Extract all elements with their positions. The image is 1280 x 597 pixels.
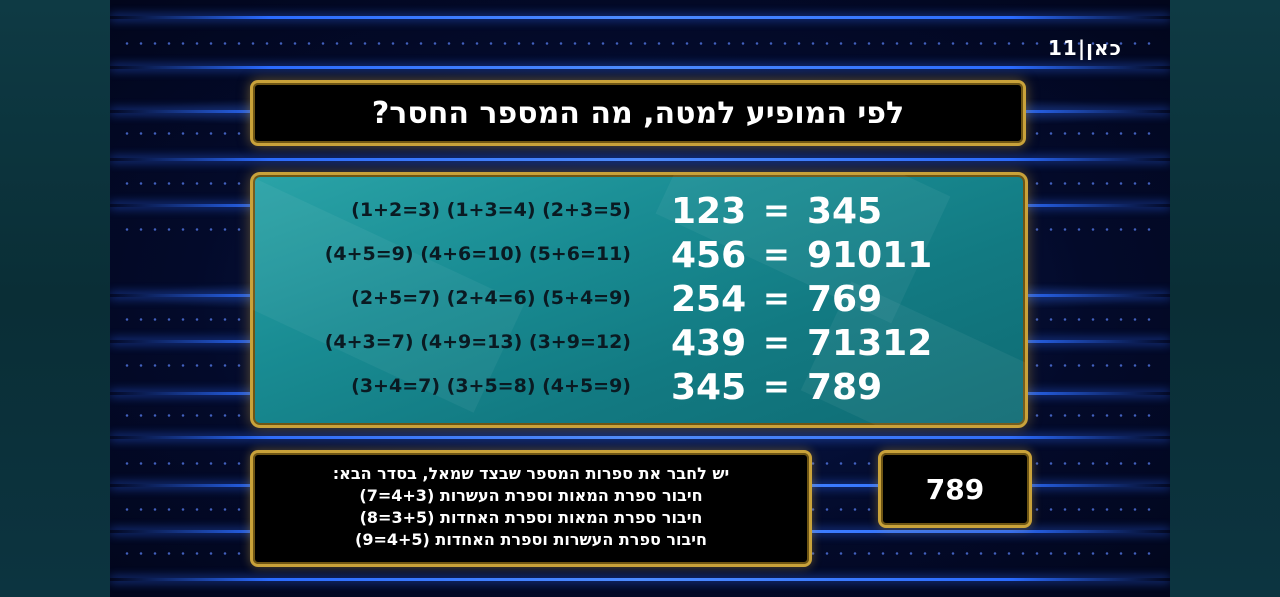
question-panel: לפי המופיע למטה, מה המספר החסר? [250,80,1026,146]
right-side-panel [1170,0,1280,597]
explanation-line: חיבור ספרת המאות וספרת העשרות (4+3=7) [359,486,703,505]
row-right-number: 345 [807,191,883,232]
row-left-number: 439 [671,323,747,364]
decor-line [110,16,1170,19]
puzzle-row: (1+2=3) (1+3=4) (2+3=5) 123 = 345 [253,191,1025,235]
left-side-panel [0,0,110,597]
row-left-number: 456 [671,235,747,276]
channel-logo: כאן|11 [1048,36,1122,60]
decor-line [110,66,1170,69]
decor-line [110,436,1170,439]
explanation-panel: יש לחבר את ספרות המספר שבצד שמאל, בסדר ה… [250,450,812,567]
decor-line [110,158,1170,161]
row-equals-sign: = [763,279,790,317]
row-right-number: 769 [807,279,883,320]
puzzle-row: (4+3=7) (4+9=13) (3+9=12) 439 = 71312 [253,323,1025,367]
explanation-line: חיבור ספרת העשרות וספרת האחדות (4+5=9) [355,530,707,549]
row-hint: (2+5=7) (2+4=6) (5+4=9) [351,287,631,309]
answer-text: 789 [925,472,985,506]
row-left-number: 345 [671,367,747,408]
explanation-line: חיבור ספרת המאות וספרת האחדות (3+5=8) [359,508,703,527]
row-right-number: 91011 [807,235,933,276]
puzzle-panel: (1+2=3) (1+3=4) (2+3=5) 123 = 345 (4+5=9… [250,172,1028,428]
row-equals-sign: = [763,323,790,361]
row-hint: (1+2=3) (1+3=4) (2+3=5) [351,199,631,221]
row-hint: (4+3=7) (4+9=13) (3+9=12) [324,331,631,353]
row-right-number: 71312 [807,323,933,364]
row-equals-sign: = [763,235,790,273]
row-hint: (3+4=7) (3+5=8) (4+5=9) [351,375,631,397]
explanation-line: יש לחבר את ספרות המספר שבצד שמאל, בסדר ה… [332,464,730,483]
row-equals-sign: = [763,367,790,405]
row-equals-sign: = [763,191,790,229]
answer-panel: 789 [878,450,1032,528]
row-hint: (4+5=9) (4+6=10) (5+6=11) [324,243,631,265]
puzzle-row: (4+5=9) (4+6=10) (5+6=11) 456 = 91011 [253,235,1025,279]
decor-line [110,578,1170,581]
decor-dots [120,42,1160,45]
row-left-number: 123 [671,191,747,232]
row-right-number: 789 [807,367,883,408]
row-left-number: 254 [671,279,747,320]
puzzle-row: (2+5=7) (2+4=6) (5+4=9) 254 = 769 [253,279,1025,323]
question-text: לפי המופיע למטה, מה המספר החסר? [371,95,905,131]
puzzle-row: (3+4=7) (3+5=8) (4+5=9) 345 = 789 [253,367,1025,411]
